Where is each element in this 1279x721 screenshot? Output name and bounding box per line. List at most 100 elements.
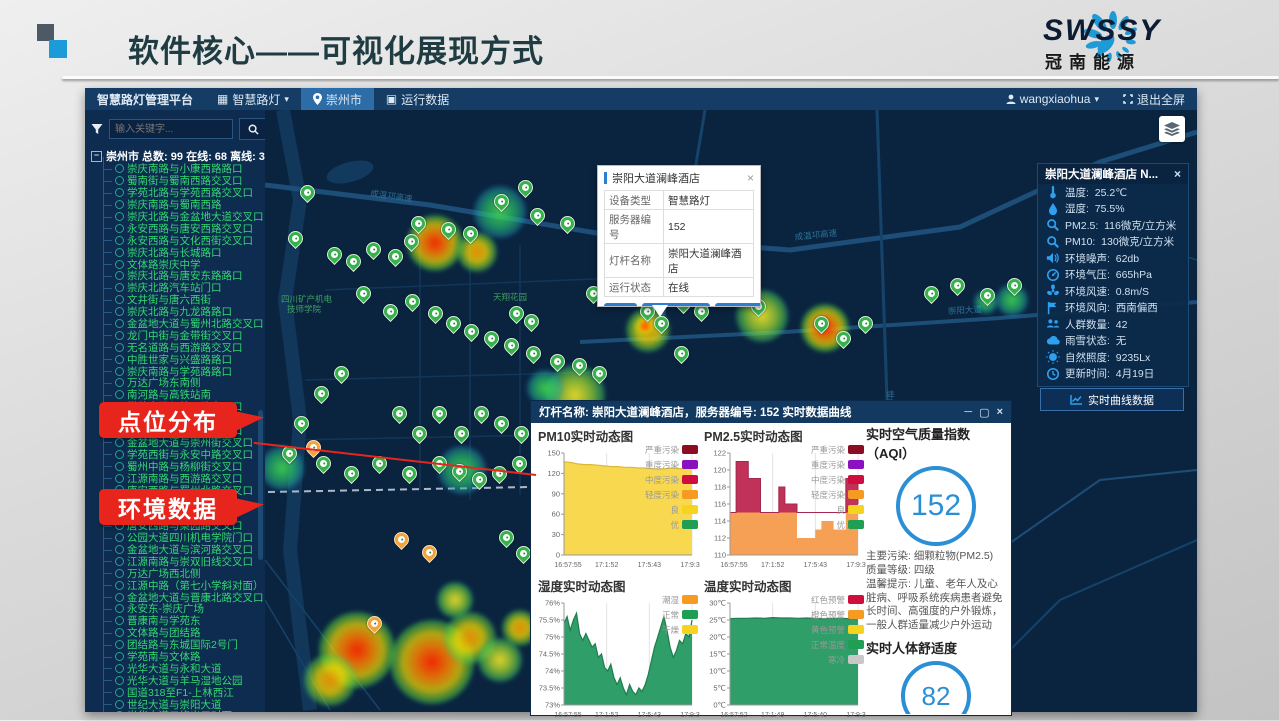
monitor-icon: ▣ (386, 92, 397, 106)
chevron-down-icon: ▾ (1094, 94, 1099, 105)
svg-text:17:5:43: 17:5:43 (638, 712, 661, 719)
sidebar-scrollbar[interactable] (258, 410, 263, 560)
env-row: PM2.5: 116微克/立方米 (1038, 217, 1188, 234)
humidity-chart: 湿度实时动态图潮湿正常干燥73%73.5%74%74.5%75%75.5%76%… (534, 574, 700, 721)
streetlamp-icon (115, 164, 124, 173)
env-row: 温度: 25.2℃ (1038, 184, 1188, 201)
gauge-icon (1046, 268, 1060, 282)
pm10-chart: PM10实时动态图严重污染重度污染中度污染轻度污染良优0306090120150… (534, 424, 700, 571)
streetlamp-icon (115, 355, 124, 364)
search-input[interactable] (109, 119, 233, 139)
comfort-value-circle: 82 (901, 661, 971, 714)
svg-text:30: 30 (552, 530, 560, 539)
close-icon[interactable]: × (1174, 167, 1181, 181)
env-row: 环境风速: 0.8m/S (1038, 283, 1188, 300)
svg-text:16:57:55: 16:57:55 (554, 562, 581, 569)
streetlamp-icon (115, 604, 124, 613)
camera-external-button[interactable]: 摄像头(外网 (715, 303, 761, 307)
svg-text:25℃: 25℃ (709, 616, 726, 625)
nav-menu-data[interactable]: ▣ 运行数据 (374, 88, 461, 110)
navbar-brand[interactable]: 智慧路灯管理平台 (85, 88, 205, 110)
svg-text:17:5:40: 17:5:40 (804, 712, 827, 719)
chart-legend: 严重污染重度污染中度污染轻度污染良优 (645, 442, 698, 532)
streetlamp-icon (115, 545, 124, 554)
map-label: 四川矿产机电 (281, 294, 333, 304)
deco-square-blue (49, 40, 67, 58)
chart-legend: 潮湿正常干燥 (662, 592, 698, 637)
streetlamp-icon (115, 438, 124, 447)
collapse-icon[interactable]: − (91, 151, 102, 162)
svg-text:17:1:52: 17:1:52 (595, 712, 618, 719)
nav-menu-city[interactable]: 崇州市 (301, 88, 374, 110)
realtime-curve-button[interactable]: 实时曲线数据 (1040, 388, 1184, 411)
svg-text:122: 122 (713, 449, 726, 458)
streetlamp-icon (115, 224, 124, 233)
streetlamp-icon (115, 688, 124, 697)
heat-spot (457, 232, 497, 272)
map-label: 技师学院 (287, 304, 322, 314)
fullscreen-icon (1123, 94, 1133, 104)
svg-text:30℃: 30℃ (709, 599, 726, 608)
close-icon[interactable]: × (997, 406, 1003, 419)
aqi-value-circle: 152 (896, 466, 976, 546)
tree-item[interactable]: 光华大道二绕出口对面 (99, 710, 264, 712)
streetlamp-icon (115, 652, 124, 661)
streetlamp-icon (115, 581, 124, 590)
svg-text:5℃: 5℃ (713, 684, 726, 693)
svg-text:17:9:37: 17:9:37 (680, 712, 700, 719)
streetlamp-icon (115, 343, 124, 352)
env-row: 自然照度: 9235Lx (1038, 349, 1188, 366)
heat-spot (304, 654, 356, 706)
chart-line-icon (1070, 394, 1083, 405)
streetlamp-icon (115, 319, 124, 328)
map-label: 成温邛高速 (794, 228, 838, 242)
logo-text: SWSSY (1043, 14, 1161, 48)
exit-fullscreen-button[interactable]: 退出全屏 (1111, 88, 1197, 110)
streetlamp-icon (115, 331, 124, 340)
aqi-tips: 主要污染: 细颗粒物(PM2.5)质量等级: 四级温馨提示: 儿童、老年人及心脏… (866, 550, 1006, 638)
svg-text:74%: 74% (545, 667, 560, 676)
search-button[interactable] (239, 118, 265, 140)
streetlamp-icon (115, 390, 124, 399)
nav-menu-lamp[interactable]: ▦ 智慧路灯▾ (205, 88, 301, 110)
streetlamp-icon (115, 260, 124, 269)
svg-text:75.5%: 75.5% (539, 616, 561, 625)
pm25-chart: PM2.5实时动态图严重污染重度污染中度污染轻度污染良优110112114116… (700, 424, 866, 571)
svg-text:17:9:34: 17:9:34 (846, 712, 866, 719)
filter-icon (91, 123, 103, 135)
svg-text:118: 118 (714, 483, 726, 492)
env-panel-title: 崇阳大道澜峰酒店 N... (1045, 166, 1158, 182)
close-icon[interactable]: × (747, 171, 754, 185)
streetlamp-icon (115, 307, 124, 316)
chevron-down-icon: ▾ (284, 94, 289, 105)
streetlamp-icon (115, 450, 124, 459)
environment-panel: 崇阳大道澜峰酒店 N... × 温度: 25.2℃湿度: 75.5%PM2.5:… (1037, 163, 1189, 387)
streetlamp-icon (115, 593, 124, 602)
env-row: 环境噪声: 62db (1038, 250, 1188, 267)
fan-icon (1046, 284, 1060, 298)
slide-title: 软件核心——可视化展现方式 (128, 26, 544, 71)
magnifier-icon (1046, 218, 1060, 232)
heat-spot (437, 582, 473, 618)
cloud-icon (1046, 334, 1060, 348)
svg-text:120: 120 (547, 469, 560, 478)
device-info-row: 设备类型智慧路灯 (605, 191, 754, 210)
chart-legend: 严重污染重度污染中度污染轻度污染良优 (811, 442, 864, 532)
comfort-title: 实时人体舒适度 (866, 638, 1006, 657)
navigate-button[interactable]: 导航 (604, 303, 637, 307)
svg-text:60: 60 (552, 510, 560, 519)
streetlamp-icon (115, 212, 124, 221)
streetlamp-icon (115, 640, 124, 649)
nav-user-menu[interactable]: wangxiaohua▾ (994, 88, 1111, 110)
map-layers-button[interactable] (1159, 116, 1185, 142)
streetlamp-icon (115, 283, 124, 292)
svg-text:0: 0 (556, 551, 560, 560)
brand-label: 智慧路灯管理平台 (97, 91, 193, 108)
popout-icon[interactable]: ▢ (979, 406, 989, 419)
env-row: PM10: 130微克/立方米 (1038, 234, 1188, 251)
popup-title: 崇阳大道澜峰酒店 (612, 170, 700, 186)
streetlamp-icon (115, 200, 124, 209)
minimize-icon[interactable]: ─ (964, 406, 972, 419)
svg-text:116: 116 (714, 500, 726, 509)
env-row: 环境风向: 西南偏西 (1038, 300, 1188, 317)
